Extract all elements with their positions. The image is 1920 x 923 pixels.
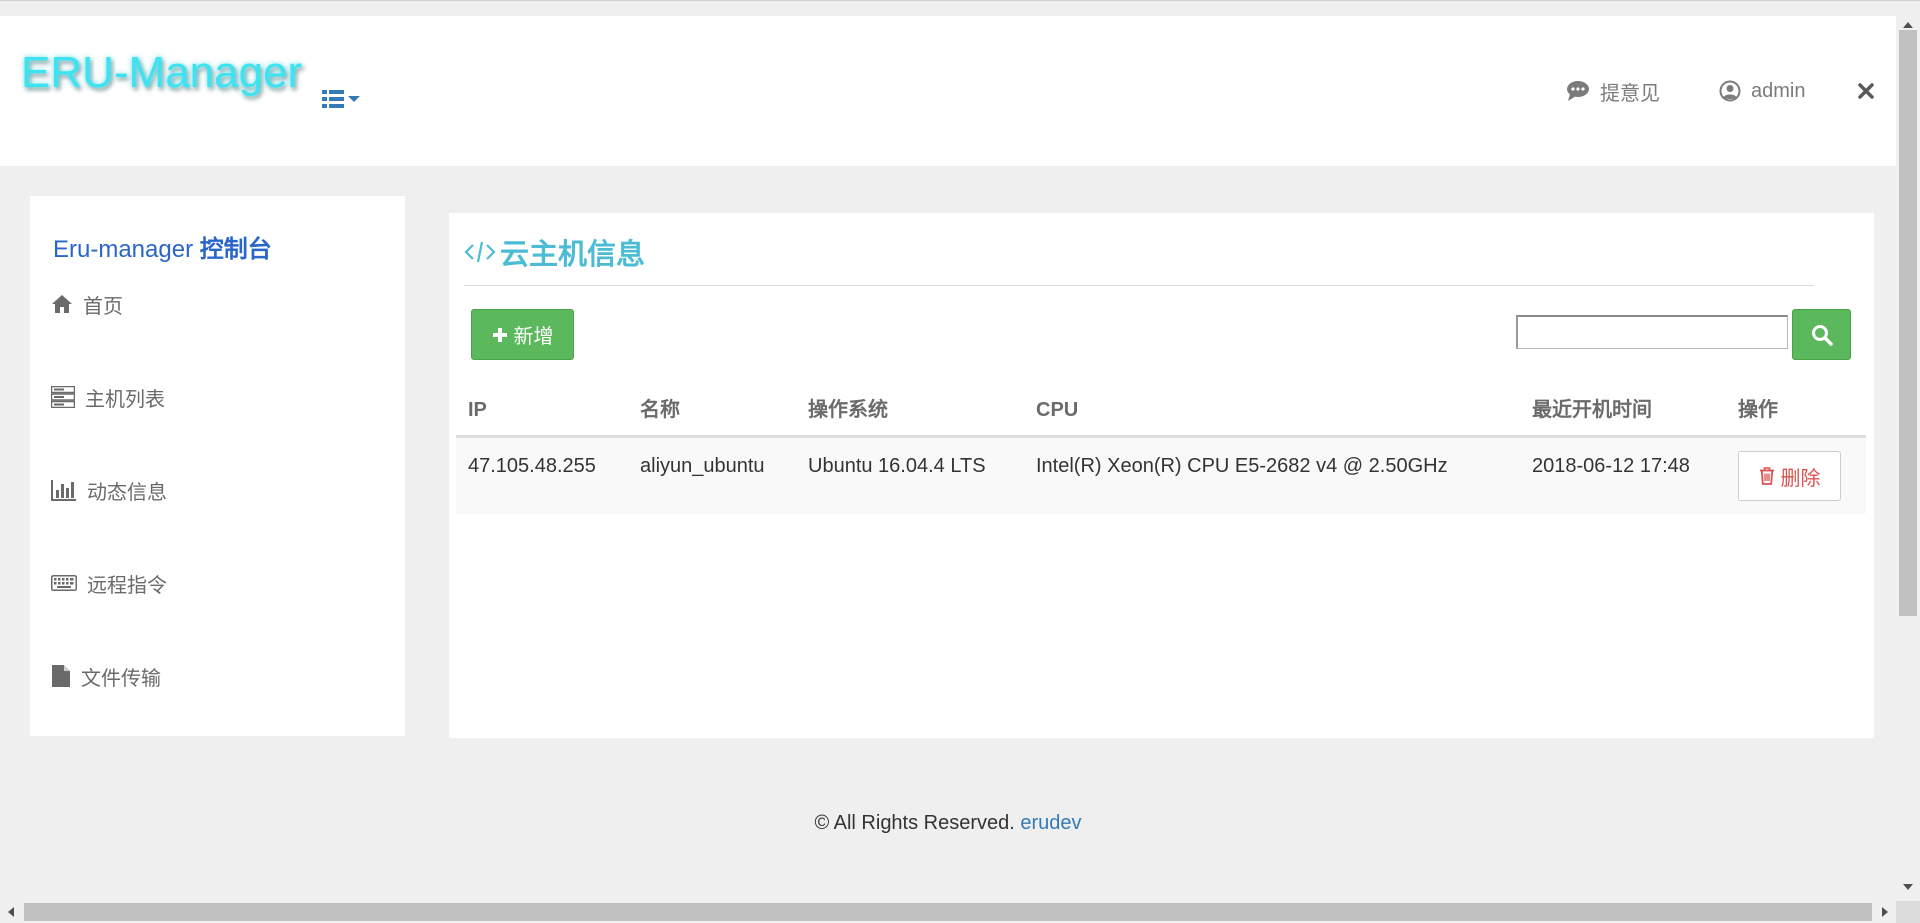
- column-header-ip: IP: [468, 399, 487, 421]
- caret-left-icon: [8, 907, 14, 917]
- browser-top-strip: [0, 0, 1920, 16]
- sidebar-item-remote-command[interactable]: 远程指令: [51, 567, 167, 599]
- delete-button[interactable]: 删除: [1738, 451, 1841, 501]
- sidebar-item-label: 文件传输: [81, 667, 161, 690]
- sidebar-item-file-transfer[interactable]: 文件传输: [51, 660, 161, 692]
- scrollbar-corner: [1896, 901, 1920, 923]
- caret-down-icon: [348, 96, 360, 102]
- scroll-right-arrow[interactable]: [1878, 905, 1892, 919]
- search-icon: [1811, 324, 1833, 346]
- user-name: admin: [1751, 79, 1806, 102]
- add-button-label: 新增: [513, 326, 554, 348]
- menu-toggle-button[interactable]: [322, 86, 360, 112]
- keyboard-icon: [51, 575, 77, 591]
- cell-ip: 47.105.48.255: [468, 455, 596, 477]
- sidebar-item-label: 动态信息: [87, 481, 167, 504]
- sidebar-item-label: 主机列表: [85, 388, 165, 411]
- sidebar-item-dynamic-info[interactable]: 动态信息: [51, 474, 167, 506]
- close-button[interactable]: [1855, 80, 1877, 102]
- footer-link[interactable]: erudev: [1020, 812, 1081, 834]
- search-button[interactable]: [1792, 309, 1851, 360]
- delete-button-label: 删除: [1780, 467, 1821, 490]
- cell-boot-time: 2018-06-12 17:48: [1532, 455, 1690, 477]
- column-header-action: 操作: [1738, 399, 1778, 421]
- feedback-link[interactable]: 提意见: [1566, 78, 1660, 105]
- cell-os: Ubuntu 16.04.4 LTS: [808, 455, 986, 477]
- page-title: 云主机信息: [464, 231, 645, 273]
- plus-icon: [492, 327, 507, 342]
- page-title-text: 云主机信息: [500, 239, 646, 271]
- caret-up-icon: [1903, 22, 1913, 28]
- user-menu[interactable]: admin: [1719, 78, 1805, 104]
- add-button[interactable]: 新增: [471, 309, 574, 360]
- cell-cpu: Intel(R) Xeon(R) CPU E5-2682 v4 @ 2.50GH…: [1036, 455, 1448, 477]
- column-header-boot-time: 最近开机时间: [1532, 399, 1652, 421]
- sidebar: [30, 196, 405, 736]
- horizontal-scroll-thumb[interactable]: [24, 903, 1872, 921]
- user-circle-icon: [1719, 80, 1741, 102]
- vertical-scroll-thumb[interactable]: [1899, 30, 1917, 616]
- sidebar-title: Eru-manager 控制台: [53, 229, 272, 264]
- footer-text: © All Rights Reserved.: [814, 812, 1015, 834]
- sidebar-title-prefix: Eru-manager: [53, 236, 194, 263]
- caret-down-icon: [1903, 884, 1913, 890]
- feedback-label: 提意见: [1600, 82, 1660, 105]
- sidebar-title-strong: 控制台: [199, 236, 272, 263]
- scroll-left-arrow[interactable]: [4, 905, 18, 919]
- app-logo[interactable]: ERU-Manager: [21, 51, 302, 95]
- title-divider: [464, 285, 1814, 286]
- sidebar-item-label: 远程指令: [87, 574, 167, 597]
- comments-icon: [1567, 81, 1589, 101]
- sidebar-item-host-list[interactable]: 主机列表: [51, 381, 165, 413]
- caret-right-icon: [1882, 907, 1888, 917]
- column-header-name: 名称: [640, 399, 680, 421]
- bar-chart-icon: [51, 480, 76, 501]
- footer: © All Rights Reserved. erudev: [0, 812, 1896, 840]
- sidebar-item-home[interactable]: 首页: [51, 288, 123, 320]
- close-icon: [1858, 83, 1874, 99]
- file-icon: [52, 665, 70, 687]
- trash-icon: [1759, 467, 1774, 485]
- column-header-cpu: CPU: [1036, 399, 1079, 421]
- server-icon: [51, 386, 75, 408]
- sidebar-item-label: 首页: [83, 295, 123, 318]
- home-icon: [52, 295, 72, 313]
- code-icon: [464, 241, 496, 263]
- scroll-down-arrow[interactable]: [1901, 880, 1915, 894]
- search-input[interactable]: [1516, 315, 1788, 349]
- column-header-os: 操作系统: [808, 399, 888, 421]
- cell-name: aliyun_ubuntu: [640, 455, 765, 477]
- list-icon: [322, 90, 344, 108]
